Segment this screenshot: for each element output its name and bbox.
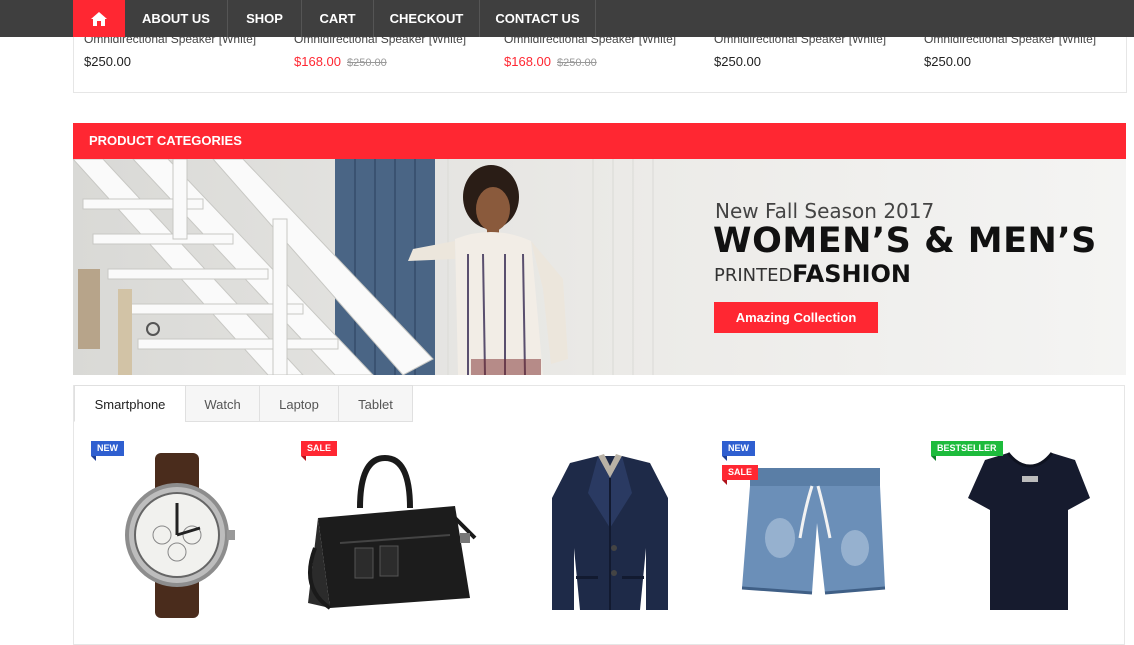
top-navigation: ABOUT US SHOP CART CHECKOUT CONTACT US — [0, 0, 1134, 37]
home-icon — [91, 11, 107, 26]
badge-sale: SALE — [301, 441, 338, 461]
old-price: $250.00 — [557, 57, 597, 69]
strip-product-price: $168.00 $250.00 — [504, 54, 597, 69]
banner-season-text: New Fall Season 2017 — [715, 199, 935, 223]
tab-laptop[interactable]: Laptop — [259, 385, 339, 422]
product-categories-header: PRODUCT CATEGORIES — [73, 123, 1126, 159]
price: $250.00 — [714, 54, 761, 69]
banner-fashion-text: FASHION — [792, 260, 912, 288]
badge-new: NEW — [722, 441, 755, 461]
sale-price: $168.00 — [294, 54, 341, 69]
nav-checkout[interactable]: CHECKOUT — [374, 0, 480, 37]
promo-banner[interactable]: New Fall Season 2017 WOMEN’S & MEN’S PRI… — [73, 159, 1126, 375]
price: $250.00 — [924, 54, 971, 69]
old-price: $250.00 — [347, 57, 387, 69]
badge-sale: SALE — [722, 465, 759, 485]
navy-blazer-image — [552, 454, 668, 610]
product-card-watch[interactable]: NEW — [90, 438, 290, 628]
tab-watch[interactable]: Watch — [185, 385, 260, 422]
product-card-bag[interactable]: SALE — [300, 438, 500, 628]
wristwatch-image — [125, 453, 235, 618]
nav-shop[interactable]: SHOP — [228, 0, 302, 37]
navy-tshirt-image — [968, 452, 1090, 610]
product-card-shorts[interactable]: NEW SALE — [720, 438, 920, 628]
price: $250.00 — [84, 54, 131, 69]
banner-printed-text: PRINTED — [714, 265, 793, 286]
banner-image — [73, 159, 1126, 375]
nav-home-button[interactable] — [73, 0, 125, 37]
tab-tablet[interactable]: Tablet — [338, 385, 413, 422]
banner-headline: WOMEN’S & MEN’S — [713, 221, 1097, 261]
leather-bag-image — [308, 454, 477, 610]
strip-product-price: $250.00 — [924, 54, 971, 69]
product-card-blazer[interactable] — [510, 438, 710, 628]
badge-bestseller: BESTSELLER — [931, 441, 1003, 461]
strip-product-price: $168.00 $250.00 — [294, 54, 387, 69]
sale-price: $168.00 — [504, 54, 551, 69]
nav-about-us[interactable]: ABOUT US — [125, 0, 228, 37]
nav-cart[interactable]: CART — [302, 0, 374, 37]
badge-new: NEW — [91, 441, 124, 461]
tab-smartphone[interactable]: Smartphone — [74, 385, 186, 422]
strip-product-price: $250.00 — [84, 54, 131, 69]
product-card-tshirt[interactable]: BESTSELLER — [930, 438, 1130, 628]
nav-contact-us[interactable]: CONTACT US — [480, 0, 596, 37]
strip-product-price: $250.00 — [714, 54, 761, 69]
product-strip: Omnidirectional Speaker [White] $250.00 … — [73, 30, 1127, 93]
amazing-collection-button[interactable]: Amazing Collection — [714, 302, 878, 333]
